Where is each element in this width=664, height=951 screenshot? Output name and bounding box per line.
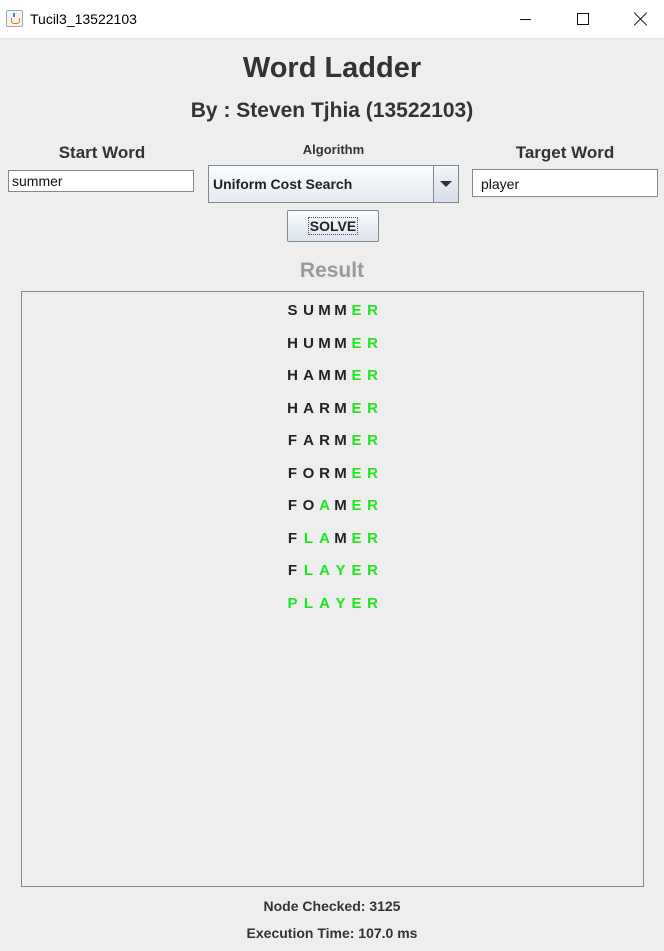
solve-button[interactable]: SOLVE [287,210,379,242]
ladder-word: HAMMER [287,367,378,384]
target-word-label: Target Word [515,143,615,162]
ladder-word: FLAYER [287,562,378,579]
ladder-word: FOAMER [287,497,378,514]
maximize-icon [577,13,589,25]
execution-time-text: Execution Time: 107.0 ms [246,925,418,941]
start-word-label: Start Word [58,143,146,162]
target-word-input[interactable]: player [472,169,658,197]
result-title: Result [299,259,365,282]
minimize-icon [519,18,531,20]
app-subtitle: By : Steven Tjhia (13522103) [190,99,474,122]
result-panel: SUMMER HUMMER HAMMER HARMER FARMER FORMER FOAM… [21,291,644,887]
ladder-word: PLAYER [287,594,378,612]
close-icon [634,12,648,26]
ladder-word: FLAMER [287,529,378,547]
maximize-button[interactable] [560,0,606,38]
ladder-word: SUMMER [287,302,378,319]
minimize-button[interactable] [502,0,548,38]
ladder-word: FORMER [287,464,378,482]
close-button[interactable] [618,0,664,38]
window-titlebar[interactable]: Tucil3_13522103 [0,0,664,39]
window-title: Tucil3_13522103 [30,11,137,27]
ladder-word: HARMER [287,399,378,417]
app-title: Word Ladder [242,52,422,84]
algorithm-select[interactable]: Uniform Cost Search [208,165,459,203]
algorithm-label: Algorithm [302,142,365,157]
ladder-word: HUMMER [287,334,378,352]
java-icon [6,10,23,27]
solve-button-label: SOLVE [307,217,359,235]
dropdown-arrow-icon[interactable] [433,166,458,202]
node-checked-text: Node Checked: 3125 [263,898,401,914]
algorithm-selected-value: Uniform Cost Search [213,176,353,192]
start-word-input[interactable]: summer [8,170,194,192]
ladder-word: FARMER [287,432,378,449]
